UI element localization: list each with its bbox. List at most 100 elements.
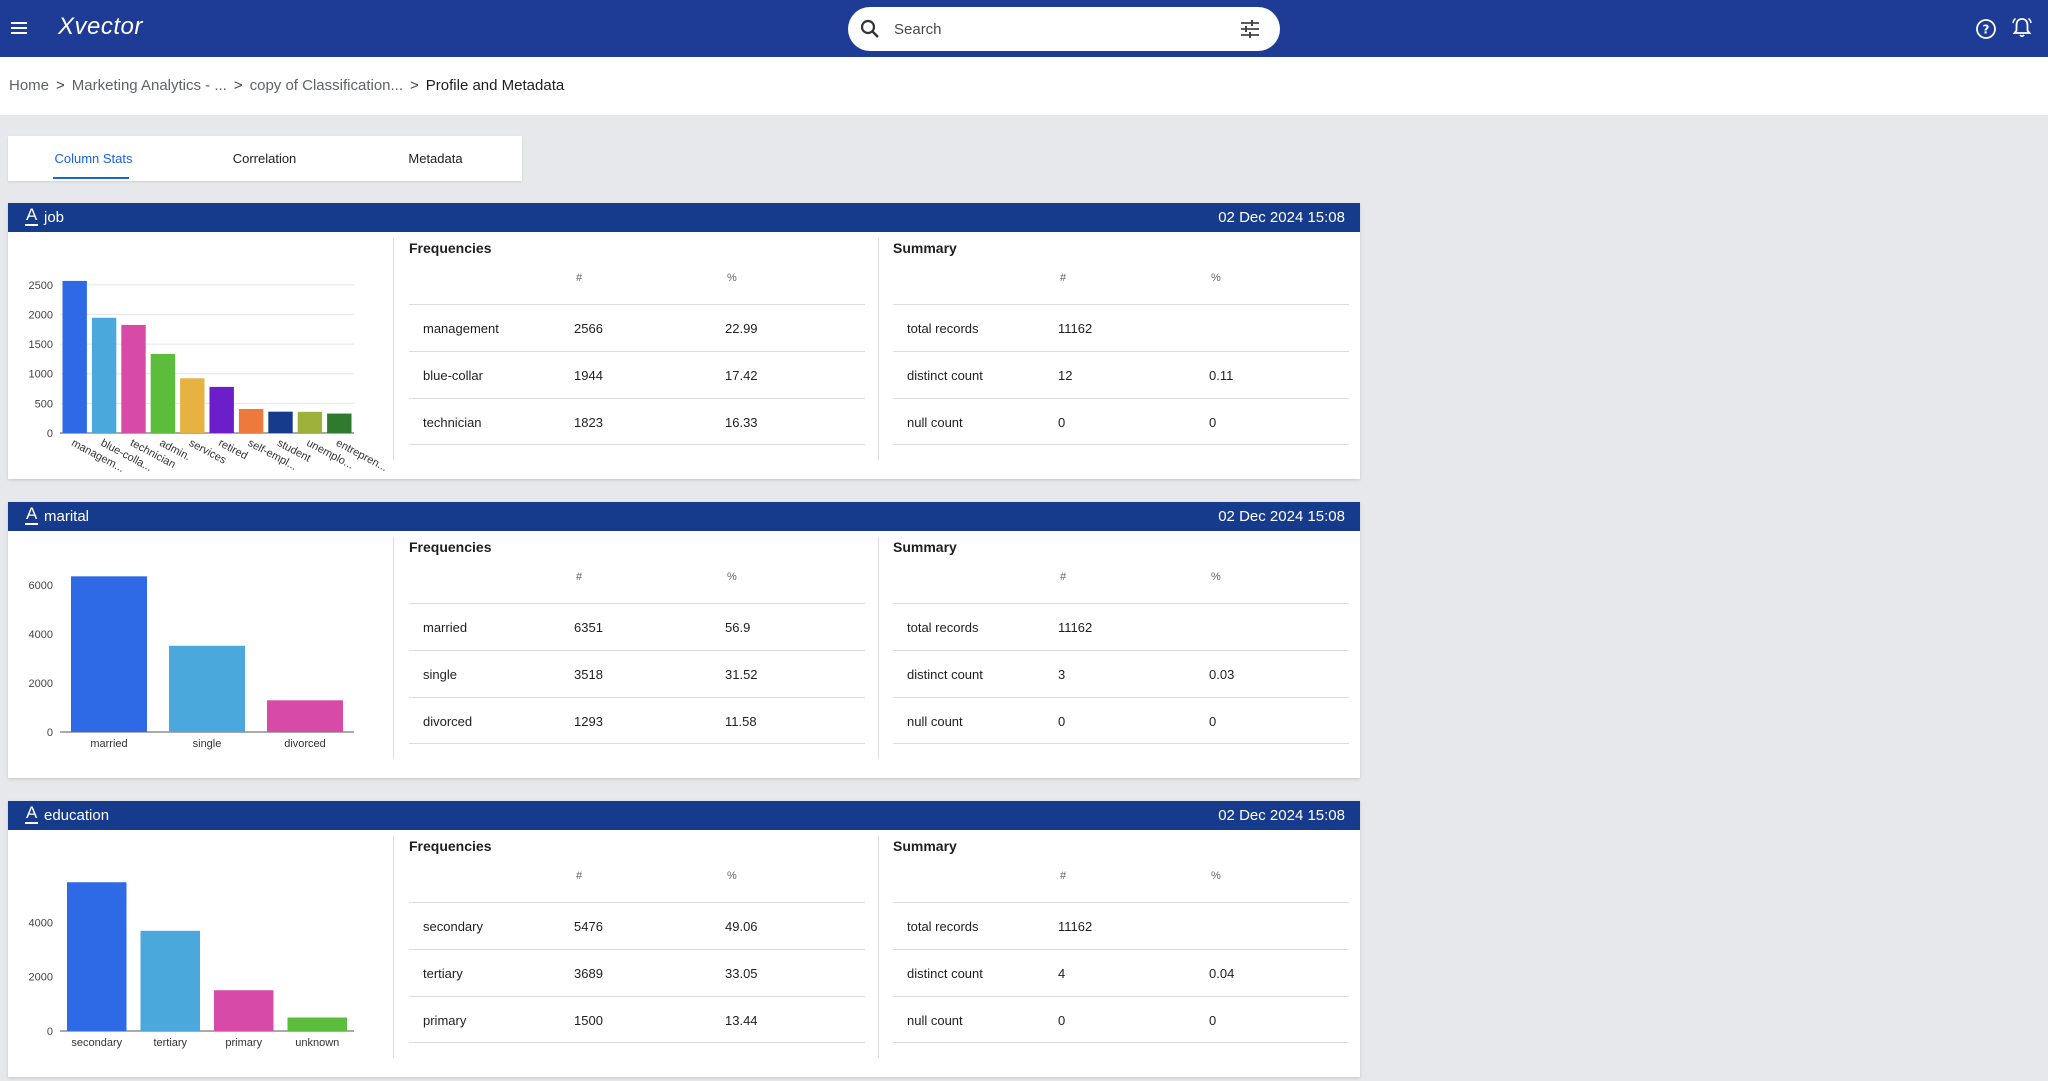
y-tick-label: 500 — [35, 398, 53, 410]
row-count: 0 — [1058, 415, 1066, 430]
bar — [268, 411, 293, 433]
bar-chart-education: 0 2000 4000 secondary tertiary primary unknown — [29, 882, 354, 1049]
section-title: Frequencies — [409, 539, 492, 555]
column-card-job: A job 02 Dec 2024 15:08 0 500 1000 1500 2000… — [8, 203, 1360, 479]
divider — [393, 537, 394, 759]
percent-header: % — [727, 272, 737, 284]
row-label: management — [423, 321, 499, 336]
column-card-education: A education 02 Dec 2024 15:08 0 2000 4000 s… — [8, 801, 1360, 1077]
frequencies-table: Frequencies # % married 6351 56.9 single 35… — [409, 531, 865, 778]
tab-bar: Column Stats Correlation Metadata — [8, 136, 522, 181]
count-header: # — [1060, 571, 1067, 583]
percent-header: % — [727, 571, 737, 583]
percent-header: % — [1211, 571, 1221, 583]
row-percent: 0 — [1209, 714, 1217, 729]
row-label: total records — [907, 321, 979, 336]
row-label: null count — [907, 1013, 963, 1028]
row-count: 3518 — [574, 667, 603, 682]
search-input[interactable] — [894, 15, 1214, 43]
row-percent: 0 — [1209, 1013, 1217, 1028]
divider — [393, 836, 394, 1058]
chart-area: 0 500 1000 1500 2000 2500 managem... blue-colla… — [8, 232, 393, 479]
tab-metadata[interactable]: Metadata — [350, 136, 521, 181]
count-header: # — [1060, 272, 1067, 284]
row-label: null count — [907, 714, 963, 729]
row-percent: 56.9 — [725, 620, 751, 635]
y-tick-label: 2000 — [29, 309, 53, 321]
bar — [91, 317, 117, 433]
row-percent: 17.42 — [725, 368, 758, 383]
row-count: 1944 — [574, 368, 603, 383]
bar — [327, 413, 352, 433]
section-title: Frequencies — [409, 838, 492, 854]
timestamp: 02 Dec 2024 15:08 — [1218, 209, 1345, 226]
breadcrumb: Home > Marketing Analytics - ... > copy of C… — [9, 77, 564, 94]
row-label: distinct count — [907, 667, 983, 682]
row-count: 3689 — [574, 966, 603, 981]
breadcrumb-bar: Home > Marketing Analytics - ... > copy of C… — [0, 57, 2048, 115]
row-percent: 0.03 — [1209, 667, 1235, 682]
tune-icon[interactable] — [1238, 17, 1262, 41]
tab-column-stats[interactable]: Column Stats — [8, 136, 179, 181]
app-logo[interactable]: Xvector — [58, 13, 143, 41]
chart-area: 0 2000 4000 6000 married single divorced — [8, 531, 393, 778]
bar — [297, 411, 323, 433]
y-tick-label: 2000 — [29, 678, 53, 690]
bar-chart-marital: 0 2000 4000 6000 married single divorced — [29, 576, 354, 750]
summary-table: Summary # % total records 11162 distinct … — [893, 531, 1349, 778]
row-label: divorced — [423, 714, 473, 729]
section-title: Summary — [893, 539, 957, 555]
card-header: A marital 02 Dec 2024 15:08 — [8, 502, 1360, 531]
help-circle-icon[interactable]: ? — [1974, 17, 1998, 41]
divider — [878, 537, 879, 759]
search-bar[interactable] — [848, 7, 1280, 51]
menu-icon[interactable] — [9, 18, 29, 38]
table-row: management 2566 22.99 — [409, 304, 865, 351]
row-label: tertiary — [423, 966, 463, 981]
row-count: 11162 — [1058, 321, 1093, 336]
x-category-label: tertiary — [153, 1037, 187, 1049]
bell-icon[interactable] — [2010, 16, 2034, 40]
x-category-label: unknown — [295, 1037, 339, 1049]
tab-correlation[interactable]: Correlation — [179, 136, 350, 181]
count-header: # — [1060, 870, 1067, 882]
x-category-label: divorced — [284, 738, 326, 750]
bar — [71, 576, 147, 732]
row-percent: 11.58 — [725, 714, 757, 729]
x-category-label: secondary — [71, 1037, 122, 1049]
breadcrumb-home[interactable]: Home — [9, 77, 49, 94]
divider — [878, 238, 879, 460]
table-row: blue-collar 1944 17.42 — [409, 351, 865, 398]
section-title: Summary — [893, 838, 957, 854]
y-tick-label: 0 — [47, 428, 53, 440]
row-count: 12 — [1058, 368, 1073, 383]
table-row: distinct count 12 0.11 — [893, 351, 1349, 398]
y-tick-label: 2000 — [29, 972, 53, 984]
count-header: # — [576, 571, 583, 583]
bar-chart-job: 05001000150020002500managem...blue-colla… — [29, 280, 390, 475]
row-percent: 0.11 — [1209, 368, 1234, 383]
row-count: 11162 — [1058, 919, 1093, 934]
row-count: 0 — [1058, 1013, 1066, 1028]
divider — [393, 238, 394, 460]
row-count: 1823 — [574, 415, 603, 430]
column-name: job — [44, 209, 65, 226]
breadcrumb-separator: > — [233, 77, 243, 94]
bar — [209, 386, 234, 433]
bar — [121, 324, 146, 433]
row-label: total records — [907, 919, 979, 934]
row-count: 11162 — [1058, 620, 1093, 635]
bar — [169, 645, 245, 732]
y-tick-label: 1000 — [29, 369, 53, 381]
row-label: married — [423, 620, 468, 635]
table-row: divorced 1293 11.58 — [409, 697, 865, 744]
row-count: 1500 — [574, 1013, 603, 1028]
breadcrumb-dataset[interactable]: copy of Classification... — [250, 77, 403, 94]
y-tick-label: 0 — [47, 1026, 53, 1038]
frequencies-table: Frequencies # % management 2566 22.99 blue… — [409, 232, 865, 479]
row-count: 2566 — [574, 321, 603, 336]
breadcrumb-project[interactable]: Marketing Analytics - ... — [72, 77, 227, 94]
percent-header: % — [1211, 870, 1221, 882]
table-row: secondary 5476 49.06 — [409, 902, 865, 949]
card-header: A job 02 Dec 2024 15:08 — [8, 203, 1360, 232]
